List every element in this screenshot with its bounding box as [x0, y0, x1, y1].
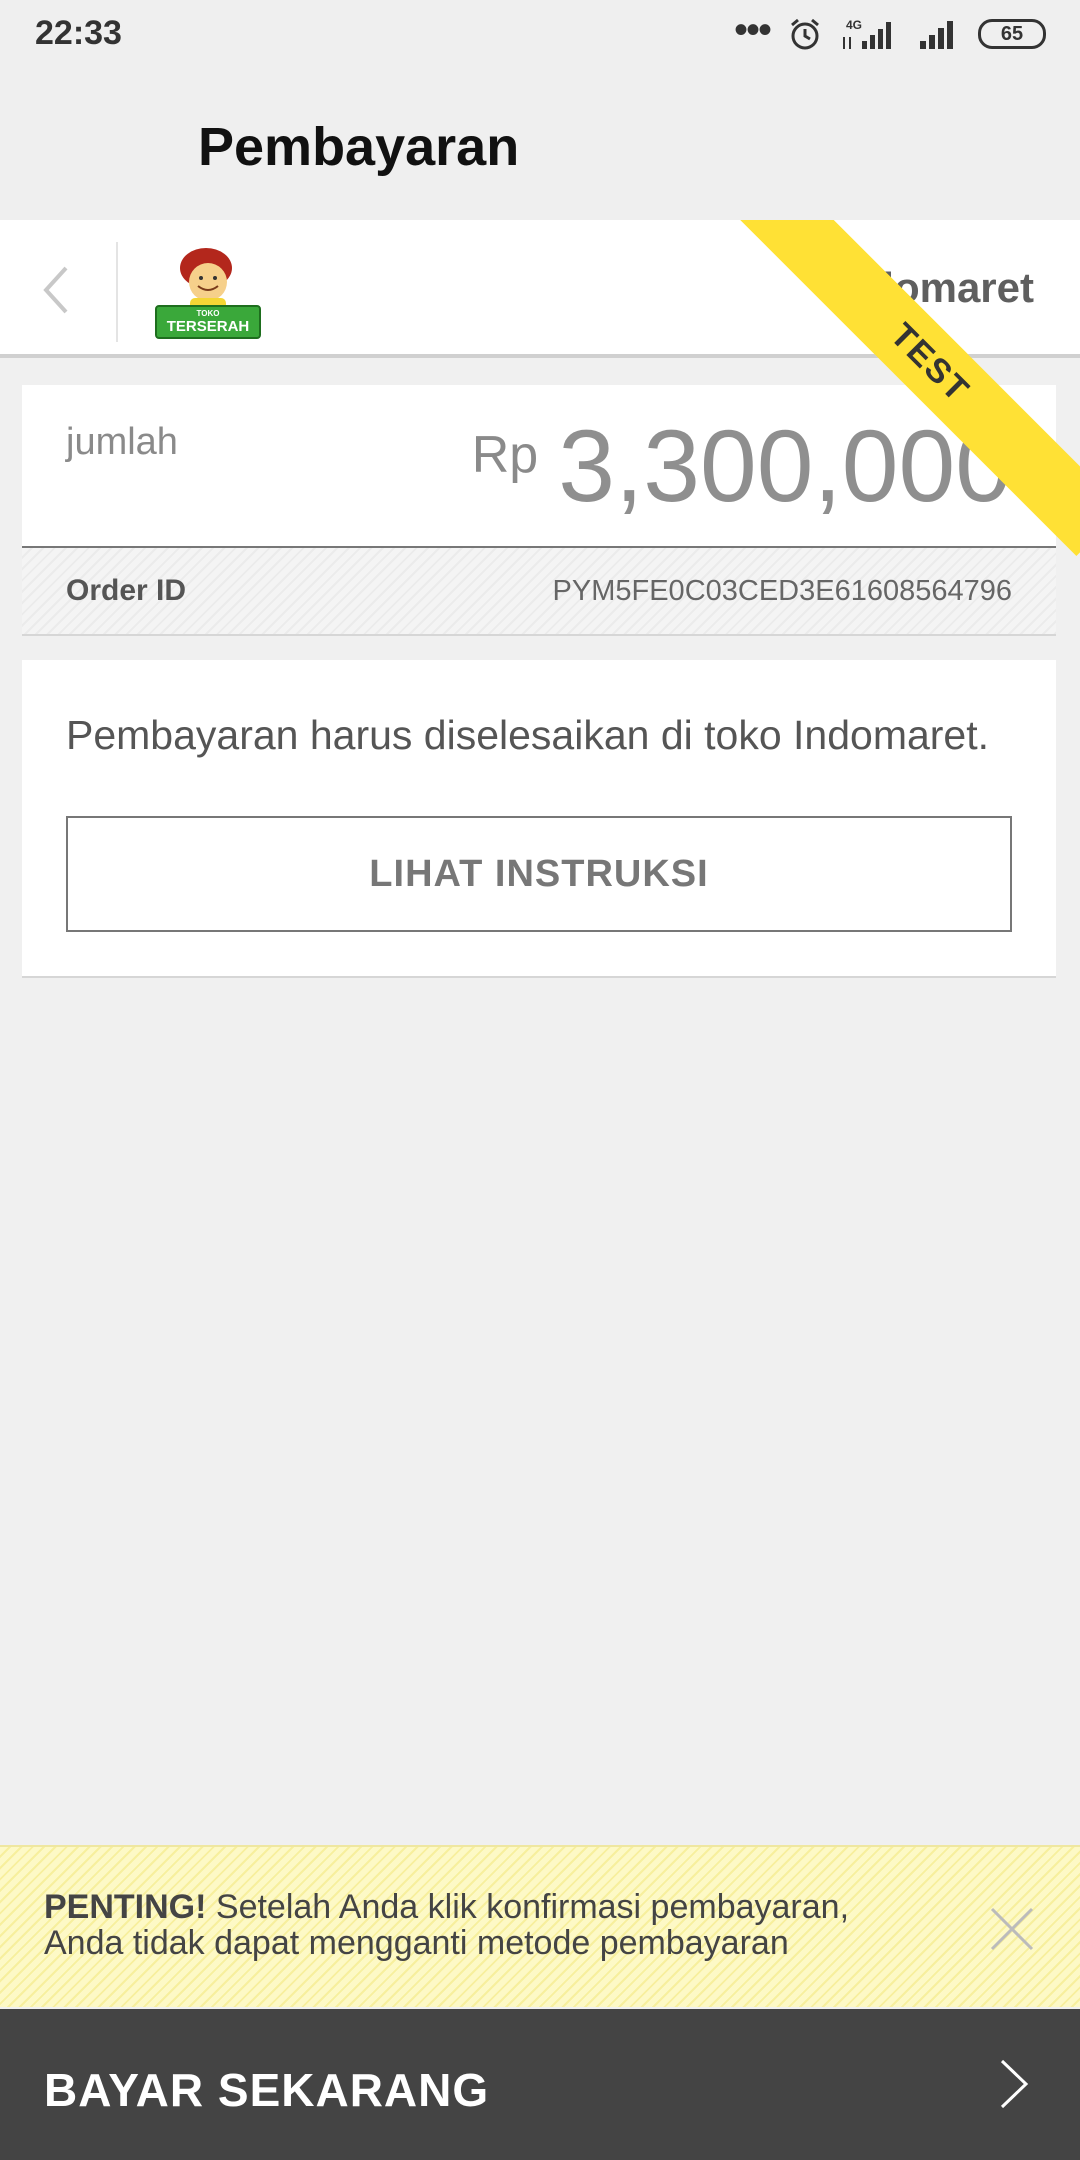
chevron-left-icon[interactable]	[38, 260, 78, 320]
merchant-logo: TOKO TERSERAH	[155, 248, 261, 339]
view-instructions-label: LIHAT INSTRUKSI	[369, 852, 709, 895]
signal-4g-icon: 4G	[843, 18, 891, 49]
amount-number: 3,300,000	[558, 409, 1012, 523]
pay-now-label: BAYAR SEKARANG	[44, 2064, 490, 2116]
battery-level: 65	[1000, 22, 1024, 45]
chevron-right-icon	[1000, 2059, 1029, 2109]
order-id-label: Order ID	[66, 574, 187, 607]
status-bar: 22:33 ••• 4G 65	[0, 0, 1080, 68]
payment-info-text: Pembayaran harus diselesaikan di toko In…	[66, 712, 990, 758]
warning-line2: Anda tidak dapat mengganti metode pembay…	[44, 1924, 789, 1962]
amount-value: Rp 3,300,000	[472, 411, 1012, 521]
amount-label: jumlah	[66, 421, 178, 463]
merchant-bar: TOKO TERSERAH Indomaret TEST	[0, 220, 1080, 358]
logo-text-small: TOKO	[197, 309, 220, 318]
amount-card: jumlah Rp 3,300,000	[22, 385, 1056, 548]
view-instructions-button[interactable]: LIHAT INSTRUKSI	[66, 816, 1012, 932]
more-dots-icon: •••	[733, 8, 772, 52]
battery-icon: 65	[978, 19, 1046, 49]
alarm-icon	[791, 18, 819, 50]
app-header: Pembayaran	[0, 68, 1080, 220]
divider	[116, 242, 118, 342]
warning-strong: PENTING!	[44, 1888, 207, 1926]
signal-icon	[920, 21, 953, 49]
instructions-card: Pembayaran harus diselesaikan di toko In…	[22, 660, 1056, 978]
order-id-row: Order ID PYM5FE0C03CED3E61608564796	[22, 548, 1056, 636]
order-id-value: PYM5FE0C03CED3E61608564796	[552, 575, 1012, 607]
currency-label: Rp	[471, 426, 539, 484]
logo-text-big: TERSERAH	[167, 318, 250, 335]
status-icons: ••• 4G 65	[733, 8, 1046, 52]
pay-now-button[interactable]: BAYAR SEKARANG	[0, 2009, 1080, 2160]
warning-text: PENTING! Setelah Anda klik konfirmasi pe…	[44, 1889, 944, 1961]
page-title: Pembayaran	[198, 117, 520, 177]
warning-banner: PENTING! Setelah Anda klik konfirmasi pe…	[0, 1845, 1080, 2007]
test-ribbon-label: TEST	[883, 316, 977, 354]
warning-line1: Setelah Anda klik konfirmasi pembayaran,	[206, 1888, 850, 1926]
close-icon[interactable]	[988, 1905, 1036, 1953]
network-label: 4G	[846, 18, 862, 32]
status-time: 22:33	[35, 14, 122, 52]
